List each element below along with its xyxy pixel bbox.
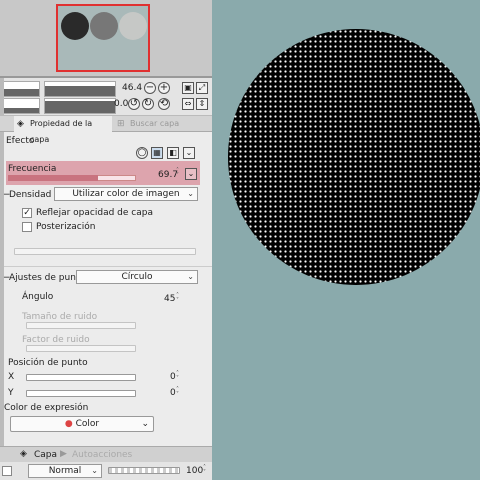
expression-color-dropdown[interactable]: ● Color ⌄ bbox=[10, 416, 154, 432]
effect-border-icon[interactable]: ○ bbox=[136, 147, 148, 159]
panel-side-strip bbox=[0, 78, 4, 448]
reflect-opacity-checkbox[interactable]: ✓ bbox=[22, 208, 32, 218]
color-palette-icon: ● bbox=[64, 419, 73, 429]
angle-value: 45 bbox=[164, 294, 176, 304]
density-dropdown-value: Utilizar color de imagen bbox=[72, 189, 180, 199]
y-label: Y bbox=[8, 388, 14, 398]
fullscreen-icon[interactable]: ⤢ bbox=[196, 82, 208, 94]
x-slider[interactable] bbox=[26, 374, 136, 381]
dot-shape-dropdown[interactable]: Círculo ⌄ bbox=[76, 270, 198, 284]
dropdown-chevron-icon: ⌄ bbox=[187, 189, 194, 198]
layer-tab-icon: ◈ bbox=[20, 449, 27, 459]
angle-label: Ángulo bbox=[22, 292, 54, 302]
posterize-checkbox[interactable] bbox=[22, 222, 32, 232]
navigator-thumbnail[interactable] bbox=[56, 4, 150, 72]
density-dropdown[interactable]: Utilizar color de imagen ⌄ bbox=[54, 187, 198, 201]
dropdown-chevron-icon: ⌄ bbox=[187, 272, 194, 281]
rotate-curve-preview[interactable] bbox=[2, 98, 40, 114]
navigator bbox=[0, 0, 212, 76]
zoom-curve-preview[interactable] bbox=[2, 81, 40, 97]
dot-position-label: Posición de punto bbox=[8, 358, 88, 368]
swatch-gray bbox=[90, 12, 118, 40]
frequency-spinner-icon[interactable]: ˄ ˅ bbox=[176, 168, 182, 179]
halftone-circle bbox=[228, 29, 480, 285]
noise-size-slider bbox=[26, 322, 136, 329]
opacity-value: 100 bbox=[186, 466, 204, 476]
y-value: 0 bbox=[170, 388, 176, 398]
posterize-slider bbox=[14, 248, 196, 255]
canvas-area[interactable] bbox=[212, 0, 480, 480]
blend-mode-value: Normal bbox=[48, 466, 82, 476]
x-value: 0 bbox=[170, 372, 176, 382]
frequency-slider-fill bbox=[8, 175, 98, 181]
reflect-opacity-label: Reflejar opacidad de capa bbox=[36, 208, 153, 218]
zoom-out-icon[interactable]: − bbox=[144, 82, 156, 94]
fit-icon[interactable]: ▣ bbox=[182, 82, 194, 94]
zoom-value: 46.4 bbox=[122, 83, 143, 93]
y-spinner-icon[interactable]: ˄ ˅ bbox=[176, 387, 182, 398]
layers-icon: ◈ bbox=[17, 119, 24, 129]
reset-rotation-icon[interactable]: ⟲ bbox=[158, 98, 170, 110]
effect-tone-icon[interactable]: ▦ bbox=[151, 147, 163, 159]
rotate-right-icon[interactable]: ↻ bbox=[142, 98, 154, 110]
layer-controls: Normal ⌄ 100 ˄ ˅ bbox=[0, 462, 212, 480]
effect-title: Efecto bbox=[6, 136, 35, 146]
zoom-in-icon[interactable]: + bbox=[158, 82, 170, 94]
angle-spinner-icon[interactable]: ˄ ˅ bbox=[176, 293, 182, 304]
opacity-spinner-icon[interactable]: ˄ ˅ bbox=[203, 465, 209, 476]
navigator-toolbar: 46.4 − + ▣ ⤢ 0.0 ↺ ↻ ⟲ ⇔ ⇕ bbox=[0, 78, 212, 116]
frequency-label: Frecuencia bbox=[8, 164, 57, 174]
rotation-value: 0.0 bbox=[114, 99, 129, 109]
x-spinner-icon[interactable]: ˄ ˅ bbox=[176, 371, 182, 382]
noise-factor-label: Factor de ruido bbox=[22, 335, 90, 345]
tab-layer-property[interactable]: ◈ Propiedad de la capa bbox=[14, 116, 112, 144]
swatch-black bbox=[61, 12, 89, 40]
tab-search-layer[interactable]: ⊞ Buscar capa bbox=[114, 116, 184, 132]
zoom-curve-preview-2[interactable] bbox=[44, 81, 116, 97]
tab-autoaction[interactable]: Autoacciones bbox=[72, 450, 132, 460]
y-slider[interactable] bbox=[26, 390, 136, 397]
dropdown-chevron-icon: ⌄ bbox=[141, 419, 149, 429]
rotate-left-icon[interactable]: ↺ bbox=[128, 98, 140, 110]
expression-color-value: Color bbox=[75, 419, 100, 429]
noise-factor-slider bbox=[26, 345, 136, 352]
frequency-expand-icon[interactable]: ⌄ bbox=[185, 168, 197, 180]
layer-lock-checkbox[interactable] bbox=[2, 466, 12, 476]
flip-vertical-icon[interactable]: ⇕ bbox=[196, 98, 208, 110]
tab-layer[interactable]: Capa bbox=[34, 450, 57, 460]
layer-property-panel: 46.4 − + ▣ ⤢ 0.0 ↺ ↻ ⟲ ⇔ ⇕ ◈ Propiedad d… bbox=[0, 0, 212, 480]
dot-shape-value: Círculo bbox=[121, 272, 153, 282]
rotate-curve-preview-2[interactable] bbox=[44, 98, 116, 114]
posterize-label: Posterización bbox=[36, 222, 96, 232]
blend-mode-dropdown[interactable]: Normal ⌄ bbox=[28, 464, 102, 478]
expression-color-label: Color de expresión bbox=[4, 403, 89, 413]
density-label: Densidad bbox=[9, 190, 52, 200]
effect-menu-chevron-icon[interactable]: ⌄ bbox=[183, 147, 195, 159]
swatch-light-gray bbox=[119, 12, 147, 40]
panel-tabs: ◈ Propiedad de la capa ⊞ Buscar capa bbox=[0, 116, 212, 144]
x-label: X bbox=[8, 372, 15, 382]
noise-size-label: Tamaño de ruido bbox=[22, 312, 98, 322]
tab-search-layer-label: Buscar capa bbox=[130, 119, 180, 128]
divider bbox=[4, 266, 212, 267]
tab-layer-property-label: Propiedad de la capa bbox=[30, 119, 93, 144]
layer-panel-tabs: ◈ Capa ▶ Autoacciones bbox=[0, 446, 212, 462]
opacity-slider[interactable] bbox=[108, 467, 180, 474]
effect-more-icon[interactable]: ◧ bbox=[167, 147, 179, 159]
dot-settings-label: Ajustes de punto bbox=[9, 273, 85, 283]
flip-horizontal-icon[interactable]: ⇔ bbox=[182, 98, 194, 110]
autoaction-tab-icon: ▶ bbox=[60, 449, 67, 459]
search-layer-icon: ⊞ bbox=[117, 119, 125, 129]
dropdown-chevron-icon: ⌄ bbox=[91, 466, 98, 475]
